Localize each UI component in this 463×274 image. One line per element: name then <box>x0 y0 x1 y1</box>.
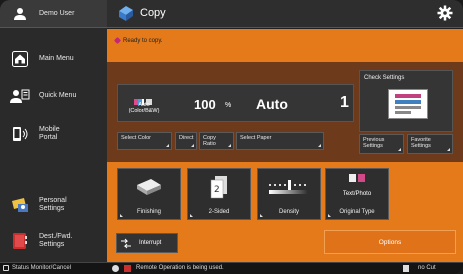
svg-text:2: 2 <box>214 185 220 195</box>
favorite-settings-button[interactable]: Favorite Settings <box>407 134 453 154</box>
sidebar-item-label: Dest./Fwd. Settings <box>39 233 73 248</box>
paper-size-value: Auto <box>256 96 288 112</box>
remote-operation-message: Remote Operation is being used. <box>136 265 224 271</box>
options-button[interactable]: Options <box>324 230 456 254</box>
original-type-icon <box>326 173 388 183</box>
finishing-icon <box>118 175 180 197</box>
personal-settings-icon <box>9 196 31 214</box>
interrupt-button[interactable]: Interrupt <box>116 233 178 253</box>
copies-count: 1 <box>340 94 349 111</box>
select-color-button[interactable]: Select Color <box>117 132 172 150</box>
status-monitor-icon <box>3 265 9 271</box>
copy-ratio-unit: % <box>225 102 232 109</box>
title-bar: Copy <box>107 0 463 28</box>
status-bar: Status Monitor/Cancel Remote Operation i… <box>0 262 463 274</box>
check-settings-button[interactable]: Check Settings <box>359 70 453 132</box>
select-color-label: Select Color <box>121 135 151 141</box>
previous-settings-button[interactable]: Previous Settings <box>359 134 404 154</box>
sidebar-item-mobile-portal[interactable]: Mobile Portal <box>0 121 107 147</box>
finishing-button[interactable]: Finishing <box>117 168 181 220</box>
previous-settings-label: Previous Settings <box>363 137 385 149</box>
copy-ratio-button[interactable]: Copy Ratio <box>199 132 234 150</box>
home-icon <box>9 50 31 68</box>
sidebar-item-label: Main Menu <box>39 55 74 62</box>
sidebar-item-personal-settings[interactable]: Personal Settings <box>0 193 107 217</box>
copy-screen: Demo User Main Menu Quick Menu Mobile Po… <box>0 0 463 274</box>
quick-menu-icon <box>9 87 31 105</box>
user-button[interactable]: Demo User <box>0 0 107 28</box>
gear-icon[interactable] <box>437 5 453 26</box>
sidebar-item-quick-menu[interactable]: Quick Menu <box>0 85 107 107</box>
sidebar-item-label: Quick Menu <box>39 92 77 99</box>
original-type-label: Original Type <box>339 209 375 215</box>
copy-ratio-label: Copy Ratio <box>203 135 216 147</box>
settings-panel: Auto (Color/B&W) 100 % Auto 1 Check Sett… <box>107 62 463 162</box>
user-icon <box>9 5 31 23</box>
sidebar-item-dest-fwd-settings[interactable]: Dest./Fwd. Settings <box>0 228 107 254</box>
function-buttons-area: Finishing 2 2-Sided Density Text/Photo O… <box>107 162 463 226</box>
copy-ratio-value: 100 <box>194 97 216 112</box>
address-book-icon <box>9 232 31 250</box>
interrupt-label: Interrupt <box>139 240 162 246</box>
status-message: Ready to copy. <box>123 38 163 44</box>
paper-out-icon <box>403 265 409 272</box>
copy-icon <box>117 4 135 27</box>
paper-out-message: no Cut <box>418 265 436 271</box>
original-type-button[interactable]: Text/Photo Original Type <box>325 168 389 220</box>
status-monitor-link[interactable]: Status Monitor/Cancel <box>12 265 71 271</box>
sidebar-item-label: Personal Settings <box>39 197 67 212</box>
two-sided-label: 2-Sided <box>208 209 230 215</box>
direct-label: Direct <box>179 135 194 141</box>
select-paper-button[interactable]: Select Paper <box>236 132 324 150</box>
sidebar-item-label: Mobile Portal <box>39 126 60 141</box>
density-button[interactable]: Density <box>257 168 321 220</box>
error-icon <box>112 265 119 272</box>
color-mode-value: Auto (Color/B&W) <box>128 102 160 114</box>
page-title: Copy <box>140 7 166 19</box>
mobile-portal-icon <box>9 125 31 143</box>
remote-operation-icon <box>124 265 131 272</box>
select-paper-label: Select Paper <box>240 135 272 141</box>
original-type-value: Text/Photo <box>342 191 372 197</box>
finishing-label: Finishing <box>136 209 161 215</box>
options-label: Options <box>378 238 402 246</box>
preview-thumbnail <box>388 89 428 119</box>
favorite-settings-label: Favorite Settings <box>411 137 431 149</box>
status-strip: Ready to copy. <box>107 29 463 62</box>
status-indicator-icon <box>113 36 122 45</box>
density-label: Density <box>278 209 299 215</box>
settings-values-box: Auto (Color/B&W) 100 % Auto 1 <box>117 84 354 122</box>
interrupt-icon <box>120 238 132 251</box>
density-slider-icon <box>258 175 320 197</box>
check-settings-label: Check Settings <box>364 75 405 81</box>
direct-button[interactable]: Direct <box>175 132 197 150</box>
sidebar: Demo User Main Menu Quick Menu Mobile Po… <box>0 0 107 262</box>
two-sided-icon: 2 <box>188 175 250 199</box>
user-label: Demo User <box>39 9 75 17</box>
two-sided-button[interactable]: 2 2-Sided <box>187 168 251 220</box>
sidebar-item-main-menu[interactable]: Main Menu <box>0 48 107 70</box>
